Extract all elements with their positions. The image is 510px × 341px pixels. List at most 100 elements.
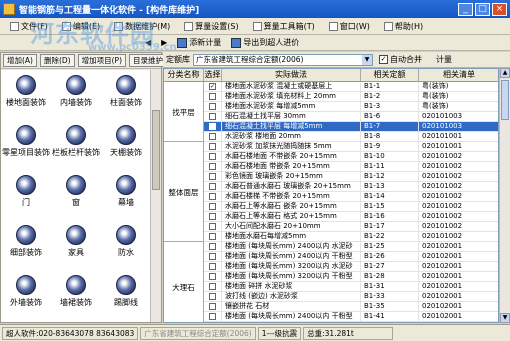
- row-checkbox[interactable]: ✓: [209, 83, 216, 90]
- row-checkbox[interactable]: [209, 203, 216, 210]
- component-item[interactable]: 零星项目装饰: [1, 120, 51, 170]
- row-checkbox[interactable]: [209, 233, 216, 240]
- table-row[interactable]: 楼地面 (每块周长mm) 3200以内 水泥砂 B1-27 020102001: [204, 262, 498, 272]
- row-checkbox[interactable]: [209, 253, 216, 260]
- row-checkbox[interactable]: [209, 313, 216, 320]
- header-select[interactable]: 选择: [204, 69, 222, 81]
- table-row[interactable]: 水磨石上等水磨石 格式 20+15mm B1-16 020101002: [204, 212, 498, 222]
- table-row[interactable]: 楼地面 (每块周长mm) 2400以内 干粉型 B1-41 020102001: [204, 312, 498, 322]
- export-button[interactable]: 导出到超人进价: [231, 37, 299, 48]
- scroll-thumb[interactable]: [152, 110, 160, 190]
- minimize-button[interactable]: _: [458, 2, 473, 16]
- table-row[interactable]: 水磨石楼地面 带嵌条 20+15mm B1-11 020101002: [204, 162, 498, 172]
- menu-item-6[interactable]: 帮助(H): [383, 21, 424, 32]
- menu-label: 帮助(H): [394, 21, 424, 31]
- delete-button[interactable]: 删除(D): [39, 54, 75, 67]
- row-checkbox[interactable]: [209, 193, 216, 200]
- header-category[interactable]: 分类名称: [164, 69, 204, 81]
- table-scroll-thumb[interactable]: [501, 80, 509, 120]
- table-row[interactable]: 楼地面 (每块周长mm) 3200以内 干粉型B1-43020102001: [204, 322, 499, 323]
- table-row[interactable]: 水泥砂浆 楼地面 20mm B1-8 020101001: [204, 132, 498, 142]
- menu-item-1[interactable]: 编辑(E): [61, 21, 100, 32]
- table-row[interactable]: 细石混凝土找平层 每增减5mm B1-7 020101003: [204, 122, 498, 132]
- scroll-up-icon[interactable]: ▲: [500, 68, 510, 78]
- row-checkbox[interactable]: [209, 143, 216, 150]
- header-list[interactable]: 相关清单: [419, 69, 498, 81]
- table-row[interactable]: 镶嵌拼花 石材 B1-35 020102001: [204, 302, 498, 312]
- row-checkbox[interactable]: [209, 303, 216, 310]
- close-button[interactable]: ×: [492, 2, 507, 16]
- component-item[interactable]: 外墙装饰: [1, 270, 51, 320]
- add-item-button[interactable]: 增加项目(P): [77, 54, 126, 67]
- row-checkbox[interactable]: [209, 123, 216, 130]
- component-scrollbar[interactable]: [150, 70, 161, 322]
- row-checkbox[interactable]: [209, 273, 216, 280]
- menu-label: 算量工具箱(T): [263, 21, 315, 31]
- menu-item-5[interactable]: 窗口(W): [328, 21, 370, 32]
- table-row[interactable]: 水磨石楼梯 不带嵌条 20+15mm B1-14 020101002: [204, 192, 498, 202]
- row-checkbox[interactable]: [209, 243, 216, 250]
- row-checkbox[interactable]: [209, 153, 216, 160]
- row-checkbox[interactable]: [209, 93, 216, 100]
- category-cell[interactable]: 大理石: [164, 242, 204, 322]
- component-item[interactable]: 墙裙装饰: [51, 270, 101, 320]
- component-item[interactable]: 踢脚线: [101, 270, 151, 320]
- table-row[interactable]: 楼地面 (每块周长mm) 2400以内 干粉型 B1-26 020102001: [204, 252, 498, 262]
- table-row[interactable]: 楼地面 (每块周长mm) 3200以内 干粉型 B1-28 020102001: [204, 272, 498, 282]
- row-checkbox[interactable]: [209, 293, 216, 300]
- table-row[interactable]: 水磨石楼地面 不带嵌条 20+15mm B1-10 020101002: [204, 152, 498, 162]
- table-row[interactable]: 楼地面水磨石每增减5mm B1-22 020101002: [204, 232, 498, 242]
- row-checkbox[interactable]: [209, 263, 216, 270]
- auto-merge-checkbox[interactable]: ✓: [379, 55, 388, 64]
- table-row[interactable]: 楼地面水泥砂浆 填充材料上 20mm B1-2 粤(装饰): [204, 92, 498, 102]
- row-checkbox[interactable]: [209, 183, 216, 190]
- scroll-down-icon[interactable]: ▼: [500, 313, 510, 323]
- row-checkbox[interactable]: [209, 223, 216, 230]
- header-code[interactable]: 相关定额: [361, 69, 419, 81]
- table-row[interactable]: 水泥砂浆 加浆抹光随捣随抹 5mm B1-9 020101001: [204, 142, 498, 152]
- table-row[interactable]: 水磨石普通水磨石 玻璃嵌条 20+15mm B1-13 020101002: [204, 182, 498, 192]
- table-row[interactable]: 水磨石上等水磨石 嵌条 20+15mm B1-15 020101002: [204, 202, 498, 212]
- table-row[interactable]: 彩色镜面 玻璃嵌条 20+15mm B1-12 020101002: [204, 172, 498, 182]
- menu-item-0[interactable]: 文件(F): [10, 21, 48, 32]
- row-checkbox[interactable]: [209, 213, 216, 220]
- status-hotline: 超人软件:020-83643078 83643083: [2, 326, 139, 340]
- component-item[interactable]: 家具: [51, 220, 101, 270]
- menu-item-3[interactable]: 算量设置(S): [184, 21, 239, 32]
- header-name[interactable]: 实际做法: [222, 69, 361, 81]
- row-checkbox[interactable]: [209, 113, 216, 120]
- add-button[interactable]: 增加(A): [3, 54, 37, 67]
- component-item[interactable]: 栏板栏杆装饰: [51, 120, 101, 170]
- table-row[interactable]: 楼地面 碎拼 水泥砂浆 B1-31 020102001: [204, 282, 498, 292]
- component-item[interactable]: 幕墙: [101, 170, 151, 220]
- component-item[interactable]: 窗: [51, 170, 101, 220]
- component-item[interactable]: 楼地面装饰: [1, 70, 51, 120]
- table-row[interactable]: 波打线 (嵌边) 水泥砂浆 B1-33 020102001: [204, 292, 498, 302]
- row-checkbox[interactable]: [209, 283, 216, 290]
- table-scrollbar[interactable]: ▲ ▼: [499, 68, 510, 323]
- menu-item-2[interactable]: 数据维护(M): [114, 21, 170, 32]
- component-item[interactable]: 门: [1, 170, 51, 220]
- component-item[interactable]: 天棚装饰: [101, 120, 151, 170]
- nav-first-button[interactable]: ◀: [145, 38, 151, 47]
- table-row[interactable]: 大小石间配水磨石 20+10mm B1-17 020101002: [204, 222, 498, 232]
- library-select[interactable]: 广东省建筑工程综合定额(2006) ▼: [193, 53, 373, 66]
- maximize-button[interactable]: □: [475, 2, 490, 16]
- category-cell[interactable]: 整体面层: [164, 142, 204, 242]
- component-item[interactable]: 柱面装饰: [101, 70, 151, 120]
- table-row[interactable]: ✓ 楼地面水泥砂浆 混凝土或硬基层上 B1-1 粤(装饰): [204, 82, 498, 92]
- row-checkbox[interactable]: [209, 163, 216, 170]
- row-checkbox[interactable]: [209, 103, 216, 110]
- menu-item-4[interactable]: 算量工具箱(T): [252, 21, 315, 32]
- component-item[interactable]: 防水: [101, 220, 151, 270]
- table-row[interactable]: 细石混凝土找平层 30mm B1-6 020101003: [204, 112, 498, 122]
- row-checkbox[interactable]: [209, 173, 216, 180]
- add-measure-button[interactable]: 添新计量: [177, 37, 221, 48]
- category-cell[interactable]: 找平层: [164, 82, 204, 142]
- nav-next-button[interactable]: ▶: [161, 38, 167, 47]
- component-item[interactable]: 细部装饰: [1, 220, 51, 270]
- row-checkbox[interactable]: [209, 133, 216, 140]
- table-row[interactable]: 楼地面 (每块周长mm) 2400以内 水泥砂 B1-25 020102001: [204, 242, 498, 252]
- table-row[interactable]: 楼地面水泥砂浆 每增减5mm B1-3 粤(装饰): [204, 102, 498, 112]
- component-item[interactable]: 内墙装饰: [51, 70, 101, 120]
